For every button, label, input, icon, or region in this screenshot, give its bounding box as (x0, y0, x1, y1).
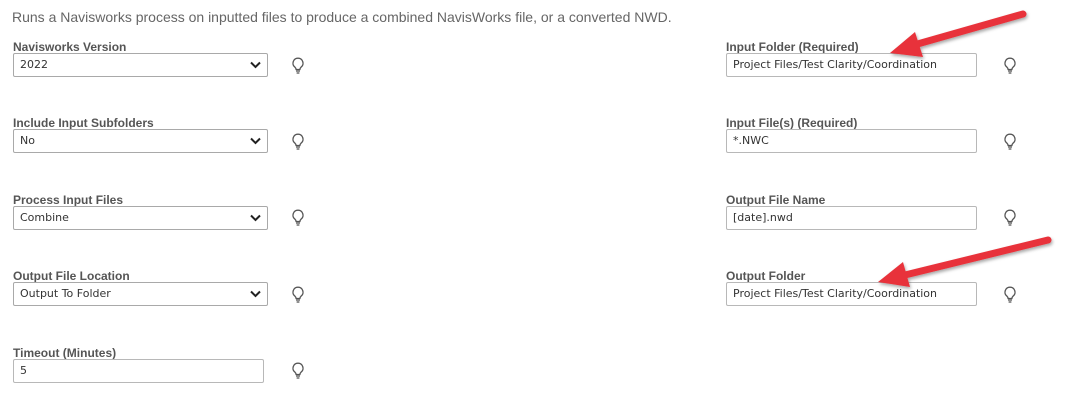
field-label: Process Input Files (13, 193, 124, 207)
output-folder-input[interactable]: Project Files/Test Clarity/Coordination (726, 282, 977, 306)
lightbulb-icon[interactable] (291, 133, 305, 151)
output-file-location-select[interactable]: Output To Folder (13, 282, 268, 306)
field-label: Timeout (Minutes) (13, 346, 117, 360)
chevron-down-icon (250, 54, 261, 76)
field-label: Input Folder (Required) (726, 40, 859, 54)
input-value: [date].nwd (733, 211, 793, 224)
field-label: Input File(s) (Required) (726, 116, 858, 130)
red-arrow-annotation (890, 10, 1027, 57)
chevron-down-icon (250, 207, 261, 229)
process-description: Runs a Navisworks process on inputted fi… (12, 9, 672, 25)
lightbulb-icon[interactable] (1003, 209, 1017, 227)
process-input-files-select[interactable]: Combine (13, 206, 268, 230)
input-value: *.NWC (733, 134, 769, 147)
navisworks-version-select[interactable]: 2022 (13, 53, 268, 77)
lightbulb-icon[interactable] (1003, 286, 1017, 304)
input-value: Project Files/Test Clarity/Coordination (733, 287, 938, 300)
select-value: Combine (20, 211, 69, 224)
lightbulb-icon[interactable] (291, 209, 305, 227)
select-value: No (20, 134, 35, 147)
lightbulb-icon[interactable] (1003, 133, 1017, 151)
timeout-input[interactable]: 5 (13, 359, 264, 383)
lightbulb-icon[interactable] (291, 57, 305, 75)
input-value: Project Files/Test Clarity/Coordination (733, 58, 938, 71)
chevron-down-icon (250, 283, 261, 305)
lightbulb-icon[interactable] (291, 286, 305, 304)
input-value: 5 (20, 364, 27, 377)
chevron-down-icon (250, 130, 261, 152)
lightbulb-icon[interactable] (291, 362, 305, 380)
include-subfolders-select[interactable]: No (13, 129, 268, 153)
field-label: Include Input Subfolders (13, 116, 154, 130)
red-arrow-annotation (878, 236, 1052, 287)
input-files-input[interactable]: *.NWC (726, 129, 977, 153)
select-value: Output To Folder (20, 287, 111, 300)
field-label: Navisworks Version (13, 40, 127, 54)
lightbulb-icon[interactable] (1003, 57, 1017, 75)
field-label: Output Folder (726, 269, 806, 283)
output-file-name-input[interactable]: [date].nwd (726, 206, 977, 230)
field-label: Output File Name (726, 193, 826, 207)
input-folder-input[interactable]: Project Files/Test Clarity/Coordination (726, 53, 977, 77)
select-value: 2022 (20, 58, 48, 71)
field-label: Output File Location (13, 269, 130, 283)
